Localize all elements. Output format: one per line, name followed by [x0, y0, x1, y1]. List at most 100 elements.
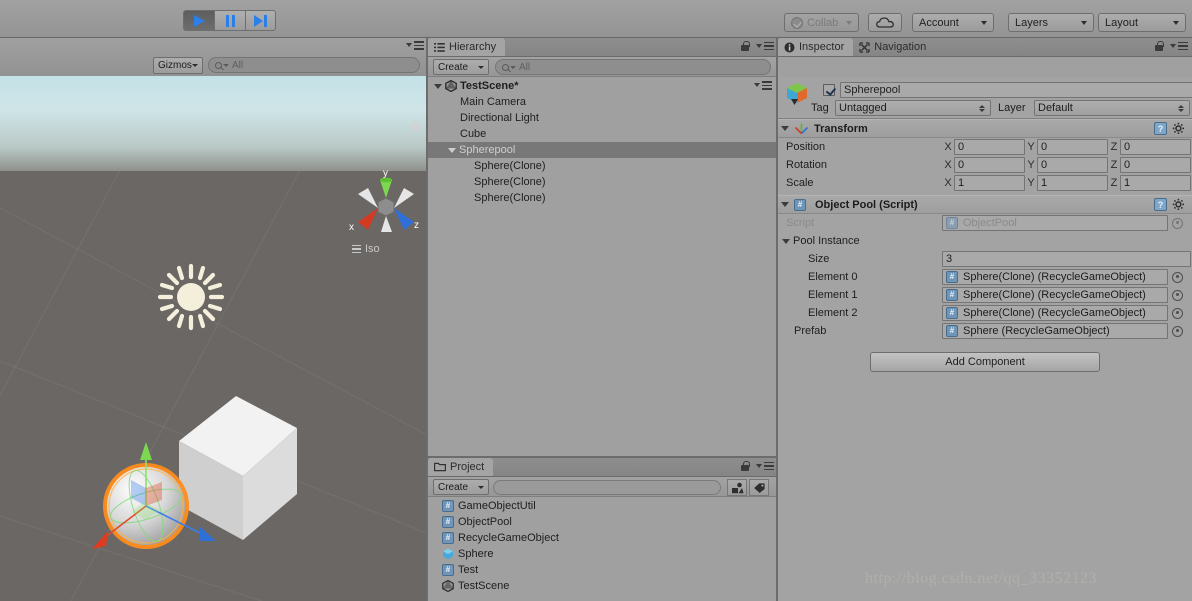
- foldout-expanded-icon[interactable]: [434, 83, 442, 89]
- tag-dropdown[interactable]: Untagged: [835, 100, 991, 116]
- scene-panel-menu-button[interactable]: [406, 41, 424, 50]
- tab-navigation[interactable]: Navigation: [853, 38, 935, 56]
- scene-projection-toggle[interactable]: Iso: [352, 243, 380, 255]
- tab-inspector[interactable]: Inspector: [778, 38, 854, 56]
- lock-icon[interactable]: [741, 461, 750, 471]
- help-icon[interactable]: ?: [1154, 198, 1167, 211]
- divider-hierarchy-inspector[interactable]: [776, 38, 778, 601]
- hierarchy-row[interactable]: Sphere(Clone): [428, 158, 778, 174]
- foldout-expanded-icon[interactable]: [448, 147, 456, 153]
- scene-search-input[interactable]: All: [208, 57, 420, 73]
- project-asset-row[interactable]: Sphere: [428, 546, 778, 562]
- hierarchy-create-button[interactable]: Create: [433, 59, 489, 75]
- tab-inspector-label: Inspector: [799, 41, 845, 53]
- axis-label-x: X: [944, 159, 952, 171]
- gameobject-enabled-checkbox[interactable]: [823, 84, 835, 96]
- scene-orientation-gizmo[interactable]: y z x: [334, 164, 428, 254]
- pool-element-value: Sphere(Clone) (RecycleGameObject): [963, 307, 1146, 319]
- tab-project[interactable]: Project: [428, 458, 494, 476]
- layers-button[interactable]: Layers: [1008, 13, 1094, 32]
- divider-hierarchy-project[interactable]: [428, 456, 778, 458]
- hierarchy-row-label: Sphere(Clone): [474, 192, 546, 204]
- lock-icon[interactable]: [1155, 41, 1164, 51]
- hierarchy-row[interactable]: Sphere(Clone): [428, 190, 778, 206]
- layer-dropdown[interactable]: Default: [1034, 100, 1190, 116]
- hierarchy-row[interactable]: Main Camera: [428, 94, 778, 110]
- transform-scale-y-input[interactable]: 1: [1037, 175, 1108, 191]
- step-button[interactable]: [245, 10, 276, 31]
- hierarchy-row[interactable]: Cube: [428, 126, 778, 142]
- transform-scale-x-input[interactable]: 1: [954, 175, 1025, 191]
- scene-viewport[interactable]: y z x Iso: [0, 76, 428, 601]
- project-type-filter-button[interactable]: [727, 479, 747, 496]
- lock-icon[interactable]: [741, 41, 750, 51]
- gear-icon[interactable]: [1172, 198, 1186, 212]
- object-picker-icon[interactable]: [1172, 271, 1183, 283]
- hierarchy-row[interactable]: Spherepool: [428, 142, 778, 158]
- project-create-button[interactable]: Create: [433, 479, 489, 495]
- play-button[interactable]: [183, 10, 214, 31]
- object-picker-icon[interactable]: [1172, 289, 1183, 301]
- project-asset-list[interactable]: # GameObjectUtil # ObjectPool # RecycleGameOb…: [428, 498, 778, 601]
- scene-row-menu[interactable]: [754, 81, 772, 90]
- transform-component-header[interactable]: Transform ?: [778, 119, 1192, 138]
- transform-rotation-y-input[interactable]: 0: [1037, 157, 1108, 173]
- transform-position-z-input[interactable]: 0: [1120, 139, 1191, 155]
- project-search-input[interactable]: [493, 480, 721, 495]
- help-icon[interactable]: ?: [1154, 122, 1167, 135]
- search-icon: [502, 63, 509, 71]
- script-row: Script # ObjectPool: [778, 214, 1192, 232]
- inspector-panel-menu[interactable]: [1155, 41, 1188, 51]
- pool-instance-foldout[interactable]: Pool Instance: [778, 232, 1192, 250]
- collab-button[interactable]: Collab: [784, 13, 859, 32]
- pool-element-objectfield[interactable]: # Sphere(Clone) (RecycleGameObject): [942, 305, 1168, 321]
- hierarchy-row[interactable]: Sphere(Clone): [428, 174, 778, 190]
- hierarchy-scene-row[interactable]: TestScene*: [428, 78, 778, 94]
- divider-scene-hierarchy[interactable]: [426, 38, 428, 601]
- cloud-services-button[interactable]: [868, 13, 902, 32]
- project-asset-row[interactable]: TestScene: [428, 578, 778, 594]
- transform-scale-z-input[interactable]: 1: [1120, 175, 1191, 191]
- pool-element-label: Element 0: [808, 271, 858, 283]
- transform-rotation-x-input[interactable]: 0: [954, 157, 1025, 173]
- project-asset-row[interactable]: # RecycleGameObject: [428, 530, 778, 546]
- gizmos-button[interactable]: Gizmos: [153, 57, 203, 74]
- foldout-expanded-icon[interactable]: [781, 126, 789, 131]
- transform-position-y-input[interactable]: 0: [1037, 139, 1108, 155]
- project-asset-row[interactable]: # ObjectPool: [428, 514, 778, 530]
- layout-button[interactable]: Layout: [1098, 13, 1186, 32]
- gameobject-name-input[interactable]: Spherepool: [840, 82, 1192, 98]
- account-button[interactable]: Account: [912, 13, 994, 32]
- hierarchy-panel: Hierarchy Create All TestScene* Main Cam…: [428, 38, 778, 458]
- project-panel-menu[interactable]: [741, 461, 774, 471]
- add-component-button[interactable]: Add Component: [870, 352, 1100, 372]
- object-picker-icon[interactable]: [1172, 217, 1183, 229]
- tab-hierarchy[interactable]: Hierarchy: [428, 38, 506, 56]
- prefab-objectfield[interactable]: # Sphere (RecycleGameObject): [942, 323, 1168, 339]
- gear-icon[interactable]: [1172, 122, 1186, 136]
- hierarchy-row-label: Main Camera: [460, 96, 527, 108]
- object-picker-icon[interactable]: [1172, 325, 1183, 337]
- pool-element-objectfield[interactable]: # Sphere(Clone) (RecycleGameObject): [942, 287, 1168, 303]
- transform-rotation-z-input[interactable]: 0: [1120, 157, 1191, 173]
- object-picker-icon[interactable]: [1172, 307, 1183, 319]
- foldout-expanded-icon[interactable]: [781, 202, 789, 207]
- pool-element-objectfield[interactable]: # Sphere(Clone) (RecycleGameObject): [942, 269, 1168, 285]
- hierarchy-tree[interactable]: TestScene* Main Camera Directional Light C…: [428, 78, 778, 458]
- script-objectfield[interactable]: # ObjectPool: [942, 215, 1168, 231]
- hierarchy-search-input[interactable]: All: [495, 59, 771, 75]
- project-asset-row[interactable]: # GameObjectUtil: [428, 498, 778, 514]
- gameobject-cube-icon: [787, 83, 807, 105]
- hierarchy-row[interactable]: Directional Light: [428, 110, 778, 126]
- hierarchy-panel-menu[interactable]: [741, 41, 774, 51]
- foldout-expanded-icon[interactable]: [782, 238, 790, 244]
- pause-button[interactable]: [214, 10, 245, 31]
- scene-lock-icon[interactable]: [411, 119, 420, 134]
- scene-objects[interactable]: [0, 76, 428, 601]
- object-pool-component-header[interactable]: # Object Pool (Script) ?: [778, 195, 1192, 214]
- scene-view-panel[interactable]: Gizmos All y z x Iso: [0, 38, 428, 601]
- transform-position-x-input[interactable]: 0: [954, 139, 1025, 155]
- size-input[interactable]: 3: [942, 251, 1191, 267]
- project-asset-row[interactable]: # Test: [428, 562, 778, 578]
- project-label-filter-button[interactable]: [749, 479, 769, 496]
